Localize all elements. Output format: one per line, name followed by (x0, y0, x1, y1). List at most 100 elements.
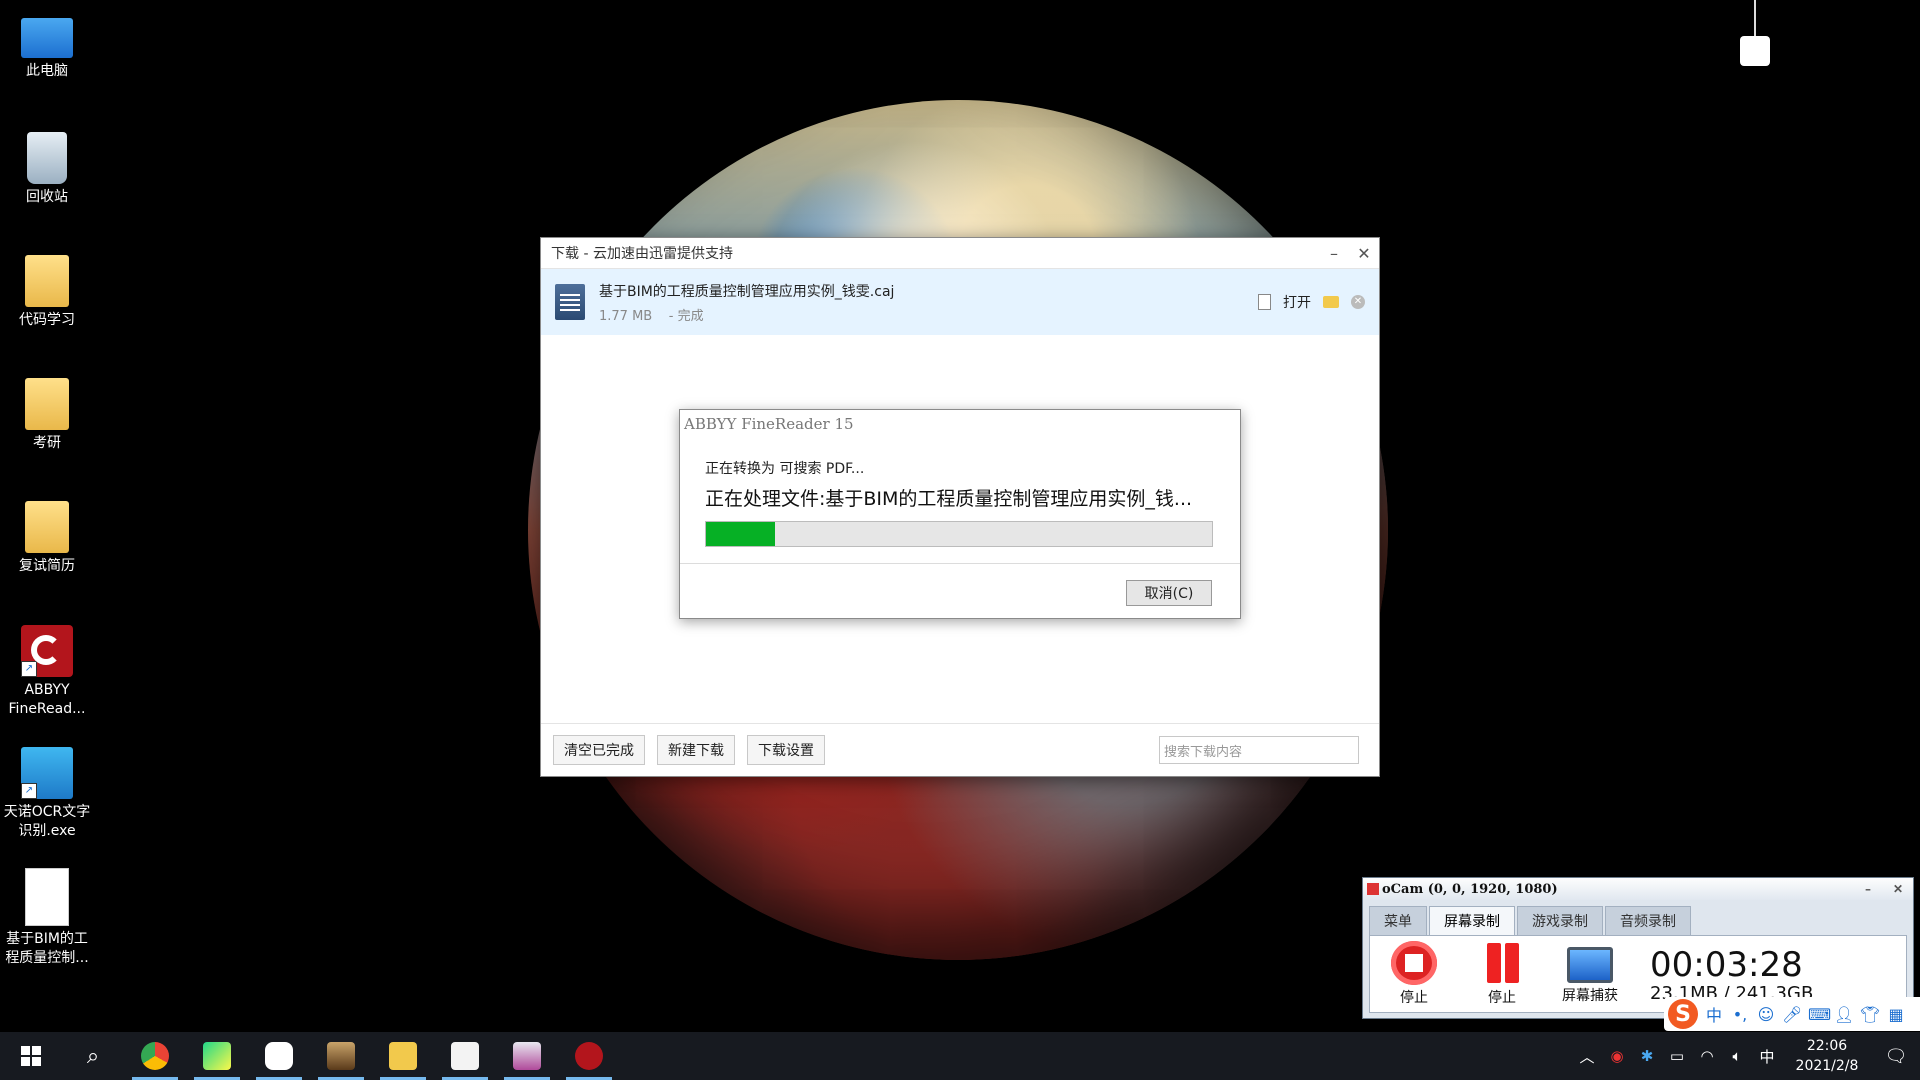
shortcut-arrow-icon: ↗ (21, 783, 37, 799)
cloud-icon (265, 1042, 293, 1070)
taskbar-baidu-netdisk[interactable] (248, 1032, 310, 1080)
keyboard-icon[interactable]: ⌨ (1808, 1005, 1831, 1024)
microphone-icon[interactable]: 🎤︎ (1782, 1005, 1802, 1024)
ocam-titlebar[interactable]: oCam (0, 0, 1920, 1080) – ✕ (1363, 878, 1913, 900)
search-downloads-input[interactable]: 搜索下载内容 (1159, 736, 1359, 764)
desktop-icon-ocr[interactable]: ↗ 天诺OCR文字识别.exe (2, 747, 92, 841)
cancel-button[interactable]: 取消(C) (1126, 580, 1212, 606)
sogou-logo-icon[interactable]: S (1668, 999, 1698, 1029)
download-titlebar[interactable]: 下载 - 云加速由迅雷提供支持 – ✕ (541, 238, 1379, 269)
remove-item-icon[interactable]: ✕ (1351, 295, 1365, 309)
pycharm-icon (203, 1042, 231, 1070)
folder-icon (389, 1042, 417, 1070)
minimize-icon[interactable]: – (1853, 882, 1883, 896)
skin-icon[interactable]: 👕︎ (1860, 1005, 1880, 1024)
office-icon (451, 1042, 479, 1070)
desktop-icon-recycle-bin[interactable]: 回收站 (2, 132, 92, 207)
monitor-icon (1567, 947, 1613, 983)
file-icon (1258, 294, 1271, 310)
record-icon[interactable]: ◉ (1602, 1047, 1632, 1065)
button-label: 停止 (1488, 990, 1516, 1006)
clear-completed-button[interactable]: 清空已完成 (553, 735, 645, 765)
abbyy-icon (575, 1042, 603, 1070)
open-button[interactable]: 打开 (1283, 292, 1311, 312)
chevron-up-icon[interactable]: ︿ (1572, 1046, 1602, 1067)
desktop-icon-label: 考研 (33, 435, 61, 451)
taskbar-chrome[interactable] (124, 1032, 186, 1080)
desktop-icon-bim-doc[interactable]: 基于BIM的工程质量控制... (2, 868, 92, 968)
dialog-title: ABBYY FineReader 15 (684, 415, 854, 433)
pause-icon (1479, 941, 1525, 985)
close-icon[interactable]: ✕ (1883, 882, 1913, 896)
taskbar-file-explorer[interactable] (372, 1032, 434, 1080)
desktop-icon-label: 基于BIM的工程质量控制... (5, 931, 89, 966)
stop-icon (1391, 941, 1437, 985)
folder-icon[interactable] (1323, 296, 1339, 308)
download-item[interactable]: 基于BIM的工程质量控制管理应用实例_钱雯.caj 1.77 MB - 完成 打… (541, 269, 1379, 335)
search-button[interactable]: ⌕ (62, 1032, 124, 1080)
download-settings-button[interactable]: 下载设置 (747, 735, 825, 765)
taskbar-game[interactable] (310, 1032, 372, 1080)
volume-icon[interactable]: 🔈︎ (1722, 1047, 1752, 1065)
ocam-logo-icon (1367, 883, 1379, 895)
punctuation-icon[interactable]: •, (1730, 1005, 1750, 1024)
button-label: 停止 (1400, 990, 1428, 1006)
shortcut-arrow-icon: ↗ (21, 661, 37, 677)
tab-audio-record[interactable]: 音频录制 (1605, 906, 1691, 935)
tab-menu[interactable]: 菜单 (1369, 906, 1427, 935)
game-icon (327, 1042, 355, 1070)
tab-game-record[interactable]: 游戏录制 (1517, 906, 1603, 935)
minimize-icon[interactable]: – (1319, 244, 1349, 263)
taskbar-tool[interactable] (496, 1032, 558, 1080)
abbyy-icon: ↗ (21, 625, 73, 677)
window-title: 下载 - 云加速由迅雷提供支持 (551, 246, 733, 262)
close-icon[interactable]: ✕ (1349, 244, 1379, 263)
computer-icon (21, 18, 73, 58)
taskbar: ⌕ ︿ ◉ ✱ ▭ ◠ 🔈︎ 中 22:06 2021/2/8 🗨︎ (0, 1032, 1920, 1080)
emoji-icon[interactable]: ☺ (1756, 1005, 1776, 1024)
start-button[interactable] (0, 1032, 62, 1080)
desktop-icon-label: 代码学习 (19, 312, 75, 328)
ocr-app-icon: ↗ (21, 747, 73, 799)
folder-icon (25, 255, 69, 307)
desktop-icon-resume-folder[interactable]: 复试简历 (2, 501, 92, 576)
download-status: - 完成 (668, 308, 704, 324)
download-size: 1.77 MB (599, 308, 653, 324)
abbyy-progress-dialog: ABBYY FineReader 15 正在转换为 可搜索 PDF... 正在处… (679, 409, 1241, 619)
system-tray: ︿ ◉ ✱ ▭ ◠ 🔈︎ 中 22:06 2021/2/8 🗨︎ (1572, 1032, 1920, 1080)
toolbox-icon[interactable]: ▦ (1886, 1005, 1906, 1024)
bluetooth-icon[interactable]: ✱ (1632, 1047, 1662, 1065)
screen-capture-button[interactable]: 屏幕捕获 (1546, 943, 1634, 1005)
desktop-icon-this-pc[interactable]: 此电脑 (2, 10, 92, 81)
pause-record-button[interactable]: 停止 (1458, 941, 1546, 1007)
taskbar-pycharm[interactable] (186, 1032, 248, 1080)
taskbar-office[interactable] (434, 1032, 496, 1080)
stop-record-button[interactable]: 停止 (1370, 941, 1458, 1007)
desktop-icon-label: 复试简历 (19, 558, 75, 574)
desktop-icon-code-folder[interactable]: 代码学习 (2, 255, 92, 330)
desktop-icon-exam-folder[interactable]: 考研 (2, 378, 92, 453)
recycle-bin-icon (27, 132, 67, 184)
clock[interactable]: 22:06 2021/2/8 (1782, 1036, 1872, 1076)
taskbar-abbyy[interactable] (558, 1032, 620, 1080)
ocam-title: oCam (0, 0, 1920, 1080) (1382, 881, 1558, 897)
new-download-button[interactable]: 新建下载 (657, 735, 735, 765)
button-label: 屏幕捕获 (1562, 988, 1618, 1004)
ime-mode[interactable]: 中 (1704, 1002, 1724, 1026)
wifi-icon[interactable]: ◠ (1692, 1047, 1722, 1065)
windows-icon (21, 1046, 41, 1066)
folder-icon (25, 378, 69, 430)
conversion-status: 正在转换为 可搜索 PDF... (705, 461, 865, 477)
notification-icon[interactable]: 🗨︎ (1872, 1046, 1920, 1067)
hanging-shirt-icon[interactable] (1740, 0, 1770, 66)
desktop-icon-label: ABBYY FineRead... (8, 682, 86, 717)
record-timer: 00:03:28 (1650, 944, 1803, 985)
desktop-icon-label: 此电脑 (26, 63, 68, 79)
battery-icon[interactable]: ▭ (1662, 1047, 1692, 1065)
input-language[interactable]: 中 (1752, 1046, 1782, 1067)
chrome-icon (141, 1042, 169, 1070)
user-icon[interactable]: 👤︎ (1834, 1005, 1854, 1024)
desktop-icon-label: 天诺OCR文字识别.exe (3, 804, 91, 839)
tab-screen-record[interactable]: 屏幕录制 (1429, 906, 1515, 935)
desktop-icon-abbyy[interactable]: ↗ ABBYY FineRead... (2, 625, 92, 719)
